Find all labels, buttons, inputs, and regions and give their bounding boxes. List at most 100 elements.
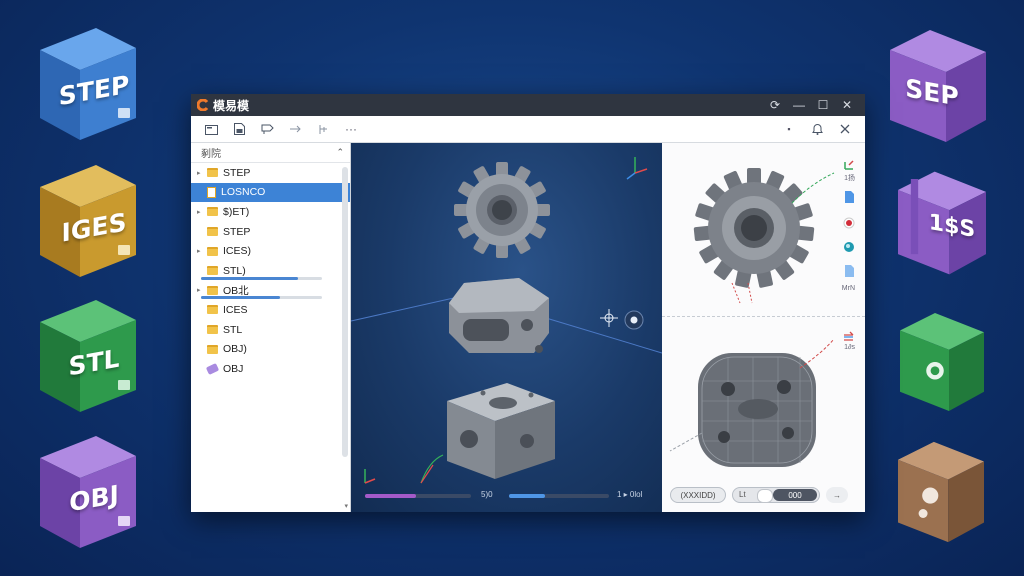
tree-item[interactable]: ▸ $)ET) [191,202,350,222]
tree-item-label: STL [223,323,243,336]
tree-item[interactable]: OBJ [191,359,350,379]
gear-preview-icon [693,168,815,288]
tree-item-progress [201,276,322,280]
stl-cube: STL [40,300,136,412]
preview-bottom-bar: (XXXIDD) Lt 000 → [670,486,857,504]
transform-icon[interactable] [843,331,855,343]
tree-item-progress [201,296,322,300]
more-icon[interactable]: ··· [337,118,365,140]
green-part-cube-icon [900,313,984,411]
refresh-icon[interactable]: ⟳ [763,98,787,112]
viewport-progress-mid [509,494,609,498]
next-arrow-button[interactable]: → [826,487,848,503]
orbit-tool-icon [624,310,644,330]
file-icon[interactable] [843,265,855,277]
title-bar: 模易模 ⟳ — ☐ ✕ [191,94,865,116]
expand-icon[interactable]: ▸ [197,208,207,216]
maximize-button[interactable]: ☐ [811,98,835,112]
tree-item[interactable]: OBJ) [191,339,350,359]
view-toggle[interactable]: Lt 000 [732,487,820,503]
1s-cube: 1$S [898,170,986,276]
toggle-knob [757,489,773,503]
folder-icon [207,227,218,237]
save-icon[interactable] [225,118,253,140]
tree-list: ▸ STEP LOSNCO ▸ $)ET) STEP ▸ ICES) STL) ▸ OB北 ICES S… [191,163,350,379]
tree-scrollbar[interactable] [342,167,348,457]
green-part-cube [900,312,984,412]
tree-item-label: $)ET) [223,205,250,218]
tree-item[interactable]: LOSNCO [191,182,350,203]
folder-icon [207,266,218,276]
file-icon [207,186,216,198]
import-icon[interactable] [253,118,281,140]
viewport-bottom-text-right: 1 ▸ 0lol [617,490,643,499]
iges-cube: IGES [40,165,136,277]
tree-item-label: STEP [223,166,251,179]
tree-item[interactable]: ICES [191,300,350,320]
tree-item[interactable]: STL [191,320,350,340]
expand-icon[interactable]: ▸ [197,169,207,177]
pin-icon[interactable]: ▪ [775,118,803,140]
folder-icon [207,285,218,295]
obj-cube: OBJ [40,436,136,548]
3d-viewport[interactable]: 5)0 1 ▸ 0lol [351,143,662,512]
toolbar: ··· ▪ [191,116,865,143]
viewport-progress-left [365,494,471,498]
folder-icon [207,168,218,178]
brown-part-cube [898,440,984,544]
panel-divider [662,316,865,317]
file-tree-panel: 剢院 ⌃ ▸ STEP LOSNCO ▸ $)ET) STEP ▸ ICES) STL) ▸ OB北… [191,143,351,512]
axis-icon[interactable] [843,159,855,171]
record-icon[interactable] [843,217,855,229]
tree-item-label: ICES) [223,245,252,258]
mesh-preview-icon [698,353,816,467]
tree-item-label: STL) [223,264,246,277]
tree-item[interactable]: ▸ ICES) [191,241,350,261]
collapse-icon[interactable]: ⌃ [336,147,344,158]
scroll-down-icon[interactable]: ▾ [344,502,348,510]
axis-gizmo-icon [626,157,648,180]
tree-item[interactable]: ▸ STEP [191,163,350,183]
bracket-model-icon [449,278,549,353]
toggle-dark-segment: 000 [773,489,817,501]
tree-item[interactable]: STL) [191,261,350,281]
bell-icon[interactable] [803,118,831,140]
preview-panel: 1扬 MrN 1∂s (XXXIDD) Lt 000 → [662,143,865,512]
mode-button[interactable]: (XXXIDD) [670,487,726,503]
folder-icon [207,325,218,335]
tree-item-progress-fill [201,296,280,300]
open-file-icon[interactable] [197,118,225,140]
brown-part-cube-icon [898,441,984,543]
minimize-button[interactable]: — [787,98,811,112]
tree-item[interactable]: ▸ OB北 [191,281,350,301]
step-cube: STEP [40,28,136,140]
close-button[interactable]: ✕ [835,98,859,112]
folder-icon [207,344,218,354]
tree-item-progress-fill [201,276,298,280]
globe-icon[interactable] [843,241,855,253]
bottom-axis-gizmo-icon [364,454,444,484]
tree-item-label: LOSNCO [221,186,266,199]
tree-item[interactable]: STEP [191,222,350,242]
block-model-icon [447,383,555,479]
side-label-mid: MrN [841,285,855,292]
expand-icon[interactable]: ▸ [197,247,207,255]
tree-item-label: OBJ [223,362,244,375]
measure-icon[interactable] [309,118,337,140]
tree-header: 剢院 ⌃ [191,143,350,163]
close-icon[interactable] [831,118,859,140]
cut-icon[interactable] [281,118,309,140]
app-logo-icon [197,99,209,111]
folder-icon [207,305,218,315]
move-tool-icon [600,309,618,327]
folder-icon [207,246,218,256]
gear-model-icon [454,162,550,258]
side-label-top: 1扬 [844,175,855,182]
annotation-line-bottom [669,432,703,452]
app-window: 模易模 ⟳ — ☐ ✕ ··· ▪ 剢院 ⌃ ▸ STEP LOSNCO ▸ $… [191,94,865,512]
document-icon[interactable] [843,191,855,203]
sep-cube: SEP [890,30,986,142]
side-label-lower: 1∂s [844,344,855,351]
expand-icon[interactable]: ▸ [197,286,207,294]
viewport-scene [351,157,662,484]
